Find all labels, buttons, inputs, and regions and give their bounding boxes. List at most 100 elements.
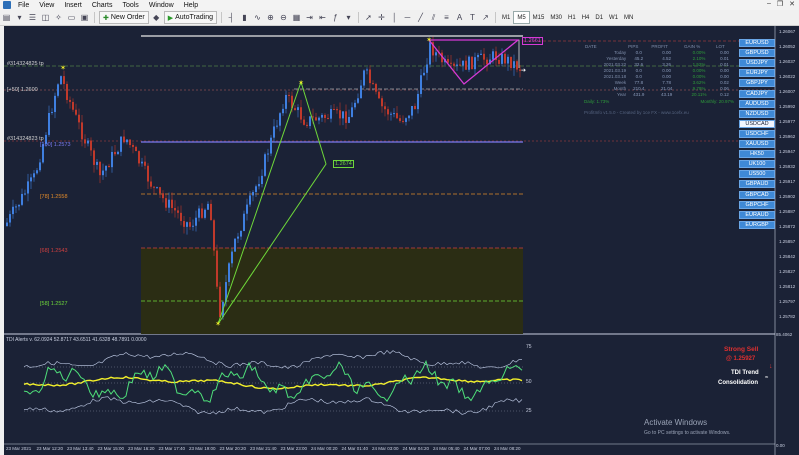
price-tick: 1.25857	[779, 239, 796, 244]
candle-body	[471, 56, 473, 70]
symbol-button-gbpusd[interactable]: GBPUSD	[739, 49, 775, 58]
tile-icon[interactable]: ▦	[291, 12, 302, 23]
price-tick: 1.25992	[779, 104, 796, 109]
autotrading-button[interactable]: ▶ AutoTrading	[163, 11, 217, 24]
candle-body	[171, 199, 173, 208]
symbol-button-gbpcad[interactable]: GBPCAD	[739, 190, 775, 199]
zoom-out-icon[interactable]: ⊖	[278, 12, 289, 23]
fibo-icon[interactable]: ≡	[441, 12, 452, 23]
candle-body	[258, 184, 260, 187]
indicators-icon[interactable]: ƒ	[330, 12, 341, 23]
order1-label[interactable]: #314324825 tp	[7, 61, 44, 67]
candle-body	[138, 151, 140, 164]
label-icon[interactable]: T	[467, 12, 478, 23]
menu-window[interactable]: Window	[144, 2, 179, 9]
arrows-icon[interactable]: ↗	[480, 12, 491, 23]
channel-icon[interactable]: ⫽	[428, 12, 439, 23]
candle-body	[420, 75, 422, 94]
vertical-line-icon[interactable]: │	[389, 12, 400, 23]
horizontal-line-icon[interactable]: ─	[402, 12, 413, 23]
candle-body	[117, 151, 119, 155]
autoscroll-icon[interactable]: ⇥	[304, 12, 315, 23]
menu-charts[interactable]: Charts	[87, 2, 118, 9]
tf-m15[interactable]: M15	[530, 12, 548, 23]
symbol-button-gbpjpy[interactable]: GBPJPY	[739, 79, 775, 88]
tdi-max-label: 85.4062	[776, 332, 793, 337]
time-tick: 23 Mar 21:40	[250, 446, 277, 451]
symbol-button-nzdusd[interactable]: NZDUSD	[739, 109, 775, 118]
cursor-icon[interactable]: ➚	[363, 12, 374, 23]
templates-icon[interactable]: ▾	[343, 12, 354, 23]
price-tick: 1.25782	[779, 314, 796, 319]
symbol-button-gbpchf[interactable]: GBPCHF	[739, 200, 775, 209]
market-watch-icon[interactable]: ☰	[27, 12, 38, 23]
candle-body	[186, 222, 188, 227]
minimize-button[interactable]: –	[767, 0, 771, 8]
candle-body	[156, 187, 158, 189]
candle-body	[450, 62, 452, 64]
symbol-button-euraud[interactable]: EURAUD	[739, 210, 775, 219]
tf-m1[interactable]: M1	[499, 12, 513, 23]
tester-icon[interactable]: ▣	[79, 12, 90, 23]
symbol-button-gbpaud[interactable]: GBPAUD	[739, 180, 775, 189]
shift-icon[interactable]: ⇤	[317, 12, 328, 23]
symbol-button-audusd[interactable]: AUDUSD	[739, 99, 775, 108]
menu-help[interactable]: Help	[179, 2, 203, 9]
candle-body	[279, 113, 281, 126]
price-tick: 1.26022	[779, 74, 796, 79]
candle-body	[6, 222, 8, 226]
symbol-button-eurusd[interactable]: EURUSD	[739, 39, 775, 47]
symbol-button-us500[interactable]: US500	[739, 170, 775, 179]
trendline-icon[interactable]: ╱	[415, 12, 426, 23]
data-window-icon[interactable]: ◫	[40, 12, 51, 23]
metaeditor-icon[interactable]: ◆	[151, 12, 162, 23]
zoom-in-icon[interactable]: ⊕	[265, 12, 276, 23]
bar-chart-icon[interactable]: ┤	[226, 12, 237, 23]
menu-tools[interactable]: Tools	[117, 2, 143, 9]
symbol-button-usdchf[interactable]: USDCHF	[739, 129, 775, 138]
symbol-button-xauusd[interactable]: XAUUSD	[739, 140, 775, 148]
tf-h4[interactable]: H4	[579, 12, 593, 23]
restore-button[interactable]: ❐	[777, 0, 783, 8]
tf-h1[interactable]: H1	[565, 12, 579, 23]
candles-icon[interactable]: ▮	[239, 12, 250, 23]
new-order-button[interactable]: ✚ New Order	[99, 11, 149, 24]
navigator-icon[interactable]: ✧	[53, 12, 64, 23]
crosshair-icon[interactable]: ✛	[376, 12, 387, 23]
new-chart-icon[interactable]: ▤	[1, 12, 12, 23]
text-icon[interactable]: A	[454, 12, 465, 23]
symbol-button-usdjpy[interactable]: USDJPY	[739, 59, 775, 68]
candle-body	[54, 95, 56, 113]
symbol-button-uk100[interactable]: UK100	[739, 160, 775, 169]
symbol-button-eurgbp[interactable]: EURGBP	[739, 220, 775, 229]
symbol-button-cadjpy[interactable]: CADJPY	[739, 89, 775, 98]
line-chart-icon[interactable]: ∿	[252, 12, 263, 23]
price-arrow-icon: ➔	[521, 68, 526, 74]
candle-body	[483, 53, 485, 60]
candle-body	[417, 93, 419, 110]
chart-window[interactable]: ✶ ✶ ✶ ✶ ➔ ↓ ≈ #314324825 tp [+50] 1.2600…	[4, 26, 799, 455]
candle-body	[498, 59, 500, 64]
symbol-button-hk50[interactable]: HK50	[739, 150, 775, 159]
tf-mn[interactable]: MN	[621, 12, 636, 23]
menu-file[interactable]: File	[13, 2, 34, 9]
candle-body	[486, 59, 488, 65]
profiles-icon[interactable]: ▾	[14, 12, 25, 23]
order2-label[interactable]: #314324823 tp	[7, 136, 44, 142]
tf-d1[interactable]: D1	[592, 12, 606, 23]
terminal-icon[interactable]: ▭	[66, 12, 77, 23]
price-tick: 1.25842	[779, 254, 796, 259]
candle-body	[213, 220, 215, 251]
tf-w1[interactable]: W1	[606, 12, 621, 23]
candle-body	[321, 114, 323, 118]
tf-m5[interactable]: M5	[513, 11, 530, 24]
symbol-button-usdcad[interactable]: USDCAD	[739, 119, 775, 128]
symbol-button-eurjpy[interactable]: EURJPY	[739, 69, 775, 78]
profit-info-footer: ProfitInfo v1.5.0 - Created by 1ce FX - …	[584, 110, 689, 115]
menu-insert[interactable]: Insert	[59, 2, 87, 9]
candle-body	[465, 60, 467, 70]
close-button[interactable]: ✕	[789, 0, 795, 8]
menu-view[interactable]: View	[34, 2, 59, 9]
tf-m30[interactable]: M30	[547, 12, 565, 23]
tdi-level-25: 25	[526, 408, 532, 414]
